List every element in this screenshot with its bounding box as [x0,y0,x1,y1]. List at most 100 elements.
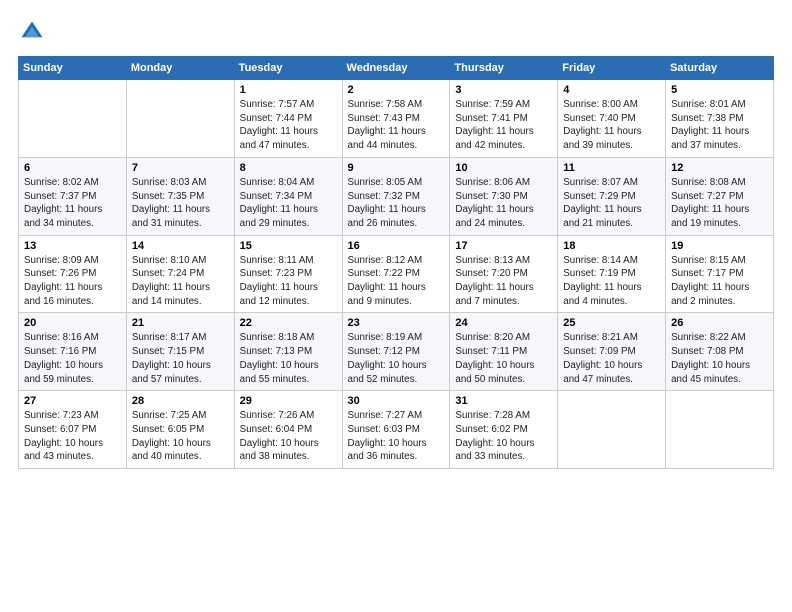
page: SundayMondayTuesdayWednesdayThursdayFrid… [0,0,792,612]
day-number: 20 [24,317,121,329]
calendar-cell: 21 Sunrise: 8:17 AM Sunset: 7:15 PM Dayli… [126,313,234,391]
calendar-cell: 1 Sunrise: 7:57 AM Sunset: 7:44 PM Daylig… [234,80,342,158]
day-info: Sunrise: 8:06 AM Sunset: 7:30 PM Dayligh… [455,176,552,231]
day-info: Sunrise: 8:14 AM Sunset: 7:19 PM Dayligh… [563,254,660,309]
calendar-table: SundayMondayTuesdayWednesdayThursdayFrid… [18,56,774,469]
calendar-cell: 31 Sunrise: 7:28 AM Sunset: 6:02 PM Dayli… [450,391,558,469]
day-number: 8 [240,162,337,174]
day-number: 4 [563,84,660,96]
day-info: Sunrise: 7:23 AM Sunset: 6:07 PM Dayligh… [24,409,121,464]
calendar-cell: 2Sunrise: 7:58 AM Sunset: 7:43 PM Daylig… [342,80,450,158]
day-number: 26 [671,317,768,329]
day-info: Sunrise: 7:26 AM Sunset: 6:04 PM Dayligh… [240,409,337,464]
logo-icon [18,18,46,46]
calendar-cell: 13 Sunrise: 8:09 AM Sunset: 7:26 PM Dayli… [19,235,127,313]
day-info: Sunrise: 8:12 AM Sunset: 7:22 PM Dayligh… [348,254,445,309]
day-info: Sunrise: 8:13 AM Sunset: 7:20 PM Dayligh… [455,254,552,309]
day-number: 18 [563,240,660,252]
week-row-4: 20 Sunrise: 8:16 AM Sunset: 7:16 PM Dayli… [19,313,774,391]
calendar-cell: 28 Sunrise: 7:25 AM Sunset: 6:05 PM Dayli… [126,391,234,469]
day-info: Sunrise: 7:57 AM Sunset: 7:44 PM Dayligh… [240,98,337,153]
calendar-cell: 15 Sunrise: 8:11 AM Sunset: 7:23 PM Dayli… [234,235,342,313]
day-info: Sunrise: 7:59 AM Sunset: 7:41 PM Dayligh… [455,98,552,153]
day-number: 13 [24,240,121,252]
day-number: 19 [671,240,768,252]
day-info: Sunrise: 8:22 AM Sunset: 7:08 PM Dayligh… [671,331,768,386]
day-info: Sunrise: 8:17 AM Sunset: 7:15 PM Dayligh… [132,331,229,386]
calendar-cell: 3 Sunrise: 7:59 AM Sunset: 7:41 PM Daylig… [450,80,558,158]
column-header-saturday: Saturday [666,57,774,80]
week-row-3: 13 Sunrise: 8:09 AM Sunset: 7:26 PM Dayli… [19,235,774,313]
column-header-monday: Monday [126,57,234,80]
day-number: 5 [671,84,768,96]
day-info: Sunrise: 7:58 AM Sunset: 7:43 PM Dayligh… [348,98,445,153]
calendar-cell: 19Sunrise: 8:15 AM Sunset: 7:17 PM Dayli… [666,235,774,313]
day-number: 21 [132,317,229,329]
calendar-cell: 5 Sunrise: 8:01 AM Sunset: 7:38 PM Daylig… [666,80,774,158]
calendar-cell: 30 Sunrise: 7:27 AM Sunset: 6:03 PM Dayli… [342,391,450,469]
calendar-header-row: SundayMondayTuesdayWednesdayThursdayFrid… [19,57,774,80]
day-info: Sunrise: 8:21 AM Sunset: 7:09 PM Dayligh… [563,331,660,386]
day-info: Sunrise: 8:02 AM Sunset: 7:37 PM Dayligh… [24,176,121,231]
day-info: Sunrise: 8:18 AM Sunset: 7:13 PM Dayligh… [240,331,337,386]
day-number: 16 [348,240,445,252]
day-info: Sunrise: 8:05 AM Sunset: 7:32 PM Dayligh… [348,176,445,231]
day-number: 9 [348,162,445,174]
week-row-2: 6 Sunrise: 8:02 AM Sunset: 7:37 PM Daylig… [19,157,774,235]
day-number: 1 [240,84,337,96]
calendar-cell: 11Sunrise: 8:07 AM Sunset: 7:29 PM Dayli… [558,157,666,235]
day-number: 27 [24,395,121,407]
header [18,18,774,46]
calendar-cell: 29 Sunrise: 7:26 AM Sunset: 6:04 PM Dayli… [234,391,342,469]
calendar-cell [666,391,774,469]
day-number: 29 [240,395,337,407]
day-info: Sunrise: 8:08 AM Sunset: 7:27 PM Dayligh… [671,176,768,231]
day-info: Sunrise: 7:28 AM Sunset: 6:02 PM Dayligh… [455,409,552,464]
day-info: Sunrise: 8:01 AM Sunset: 7:38 PM Dayligh… [671,98,768,153]
calendar-cell [19,80,127,158]
day-number: 12 [671,162,768,174]
day-number: 30 [348,395,445,407]
day-info: Sunrise: 8:10 AM Sunset: 7:24 PM Dayligh… [132,254,229,309]
day-info: Sunrise: 7:27 AM Sunset: 6:03 PM Dayligh… [348,409,445,464]
calendar-cell: 22 Sunrise: 8:18 AM Sunset: 7:13 PM Dayli… [234,313,342,391]
day-info: Sunrise: 8:20 AM Sunset: 7:11 PM Dayligh… [455,331,552,386]
day-number: 31 [455,395,552,407]
week-row-5: 27 Sunrise: 7:23 AM Sunset: 6:07 PM Dayli… [19,391,774,469]
day-number: 10 [455,162,552,174]
calendar-cell: 24Sunrise: 8:20 AM Sunset: 7:11 PM Dayli… [450,313,558,391]
day-info: Sunrise: 8:19 AM Sunset: 7:12 PM Dayligh… [348,331,445,386]
calendar-cell: 16 Sunrise: 8:12 AM Sunset: 7:22 PM Dayli… [342,235,450,313]
column-header-wednesday: Wednesday [342,57,450,80]
calendar-cell: 4Sunrise: 8:00 AM Sunset: 7:40 PM Daylig… [558,80,666,158]
column-header-thursday: Thursday [450,57,558,80]
day-number: 14 [132,240,229,252]
calendar-cell: 25 Sunrise: 8:21 AM Sunset: 7:09 PM Dayli… [558,313,666,391]
column-header-sunday: Sunday [19,57,127,80]
day-number: 6 [24,162,121,174]
day-number: 7 [132,162,229,174]
calendar-cell: 9 Sunrise: 8:05 AM Sunset: 7:32 PM Daylig… [342,157,450,235]
column-header-friday: Friday [558,57,666,80]
day-info: Sunrise: 8:04 AM Sunset: 7:34 PM Dayligh… [240,176,337,231]
day-number: 25 [563,317,660,329]
day-number: 15 [240,240,337,252]
day-info: Sunrise: 8:11 AM Sunset: 7:23 PM Dayligh… [240,254,337,309]
day-info: Sunrise: 8:09 AM Sunset: 7:26 PM Dayligh… [24,254,121,309]
calendar-cell: 26 Sunrise: 8:22 AM Sunset: 7:08 PM Dayli… [666,313,774,391]
calendar-cell: 8 Sunrise: 8:04 AM Sunset: 7:34 PM Daylig… [234,157,342,235]
day-number: 23 [348,317,445,329]
day-number: 22 [240,317,337,329]
day-number: 3 [455,84,552,96]
calendar-cell: 7Sunrise: 8:03 AM Sunset: 7:35 PM Daylig… [126,157,234,235]
calendar-cell: 12 Sunrise: 8:08 AM Sunset: 7:27 PM Dayli… [666,157,774,235]
calendar-cell: 14 Sunrise: 8:10 AM Sunset: 7:24 PM Dayli… [126,235,234,313]
column-header-tuesday: Tuesday [234,57,342,80]
day-number: 11 [563,162,660,174]
week-row-1: 1 Sunrise: 7:57 AM Sunset: 7:44 PM Daylig… [19,80,774,158]
day-number: 28 [132,395,229,407]
day-info: Sunrise: 8:16 AM Sunset: 7:16 PM Dayligh… [24,331,121,386]
logo [18,18,50,46]
calendar-cell: 6 Sunrise: 8:02 AM Sunset: 7:37 PM Daylig… [19,157,127,235]
day-info: Sunrise: 7:25 AM Sunset: 6:05 PM Dayligh… [132,409,229,464]
